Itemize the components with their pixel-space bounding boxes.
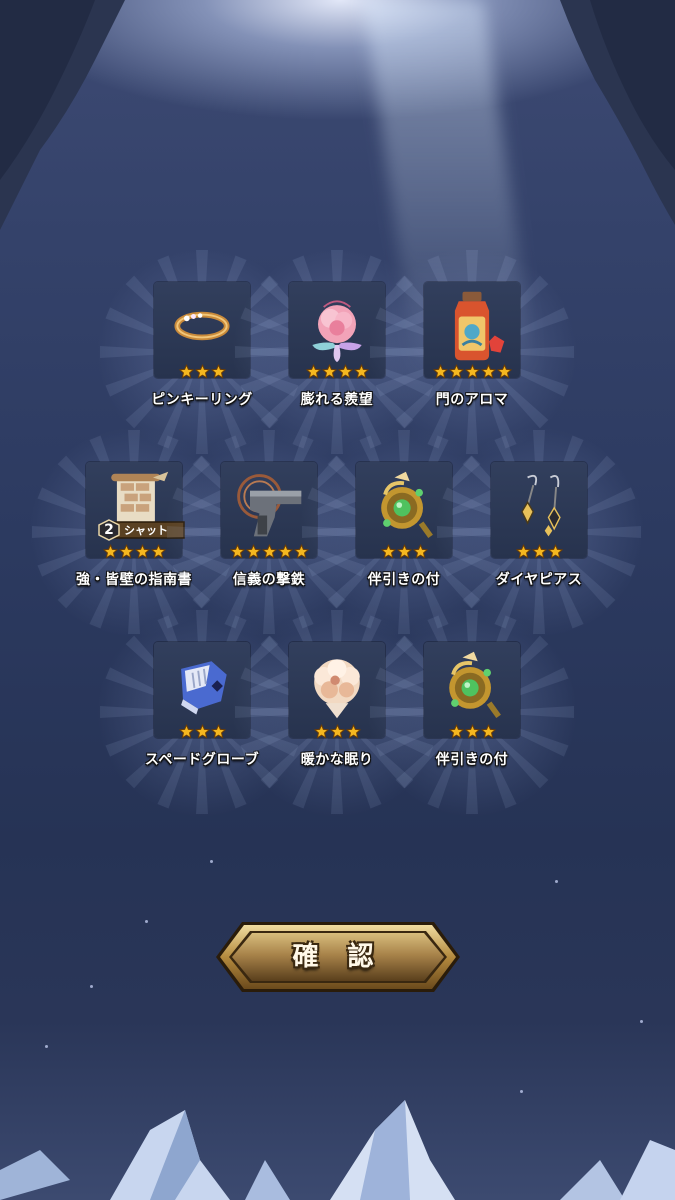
star-icon xyxy=(277,544,293,559)
star-icon xyxy=(480,724,496,739)
star-icon xyxy=(194,364,210,379)
star-icon xyxy=(313,724,329,739)
star-icon xyxy=(412,544,428,559)
reward-item[interactable]: 門のアロマ xyxy=(367,247,577,457)
confirm-button[interactable]: 確 認 xyxy=(212,918,464,996)
star-icon xyxy=(321,364,337,379)
star-icon xyxy=(102,544,118,559)
star-icon xyxy=(245,544,261,559)
rarity-stars xyxy=(464,544,614,560)
star-icon xyxy=(496,364,512,379)
green-gem-orb-icon xyxy=(449,651,501,719)
star-icon xyxy=(396,544,412,559)
star-icon xyxy=(464,364,480,379)
confirm-button-label: 確 認 xyxy=(292,942,384,972)
star-icon xyxy=(329,724,345,739)
sky-star xyxy=(555,880,558,883)
sky-star xyxy=(90,985,93,988)
star-icon xyxy=(515,544,531,559)
item-name: 伴引きの付 xyxy=(435,752,509,768)
star-icon xyxy=(531,544,547,559)
star-icon xyxy=(261,544,277,559)
star-icon xyxy=(210,364,226,379)
ice-crystals xyxy=(0,1100,675,1200)
sky-star xyxy=(145,920,148,923)
star-icon xyxy=(380,544,396,559)
star-icon xyxy=(337,364,353,379)
star-icon xyxy=(345,724,361,739)
star-icon xyxy=(305,364,321,379)
aroma-bottle-icon xyxy=(454,291,505,361)
star-icon xyxy=(547,544,563,559)
sky-star xyxy=(45,1045,48,1048)
star-icon xyxy=(118,544,134,559)
reward-item[interactable]: ダイヤピアス xyxy=(434,427,644,637)
star-icon xyxy=(194,724,210,739)
quantity-number: 2 xyxy=(104,522,114,538)
rarity-stars xyxy=(397,724,547,740)
star-icon xyxy=(178,724,194,739)
reward-item[interactable]: 伴引きの付 xyxy=(367,607,577,817)
reward-screen: ピンキーリング 膨れる羨望 門のアロマ 2 シャット 強・皆壁の指南書 信義の撃… xyxy=(0,0,675,1200)
star-icon xyxy=(134,544,150,559)
sky-star xyxy=(210,860,213,863)
sky-star xyxy=(640,1020,643,1023)
star-icon xyxy=(480,364,496,379)
rarity-stars xyxy=(397,364,547,380)
star-icon xyxy=(432,364,448,379)
cave-rock-left xyxy=(0,0,125,230)
item-name: 門のアロマ xyxy=(435,392,509,408)
star-icon xyxy=(448,364,464,379)
star-icon xyxy=(464,724,480,739)
cave-rock-right xyxy=(560,0,675,225)
diamond-earrings-icon xyxy=(521,474,561,537)
star-icon xyxy=(178,364,194,379)
star-icon xyxy=(448,724,464,739)
item-name: ダイヤピアス xyxy=(495,572,583,588)
star-icon xyxy=(229,544,245,559)
star-icon xyxy=(210,724,226,739)
